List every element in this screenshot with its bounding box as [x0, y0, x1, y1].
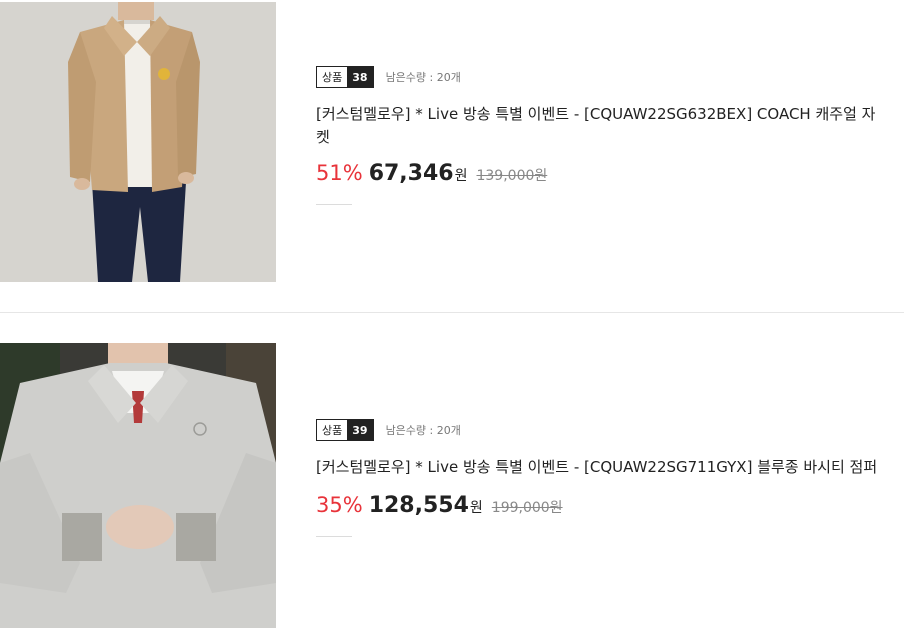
badge-label: 상품 — [317, 67, 348, 87]
discount-rate: 35% — [316, 493, 363, 517]
badge-number: 39 — [347, 420, 373, 440]
beige-jacket-image — [0, 2, 276, 282]
discount-rate: 51% — [316, 161, 363, 185]
currency-unit: 원 — [469, 500, 483, 516]
price-row: 51% 67,346 원 139,000원 — [316, 161, 886, 186]
badge-number: 38 — [347, 67, 373, 87]
price-row: 35% 128,554 원 199,000원 — [316, 493, 886, 518]
grey-jumper-image — [0, 343, 276, 628]
badge-label: 상품 — [317, 420, 348, 440]
sale-price: 128,554 — [368, 493, 469, 518]
product-number-badge: 상품 38 — [316, 66, 374, 88]
product-info: 상품 38 남은수량 : 20개 [커스텀멜로우] * Live 방송 특별 이… — [316, 65, 886, 205]
separator-line — [316, 204, 352, 205]
product-title[interactable]: [커스텀멜로우] * Live 방송 특별 이벤트 - [CQUAW22SG71… — [316, 456, 878, 479]
product-card[interactable]: 상품 38 남은수량 : 20개 [커스텀멜로우] * Live 방송 특별 이… — [0, 0, 904, 312]
product-card[interactable]: 상품 39 남은수량 : 20개 [커스텀멜로우] * Live 방송 특별 이… — [0, 312, 904, 628]
separator-line — [316, 536, 352, 537]
stock-remaining: 남은수량 : 20개 — [385, 71, 461, 84]
stock-remaining: 남은수량 : 20개 — [385, 424, 461, 437]
product-image[interactable] — [0, 343, 276, 628]
product-list: 상품 38 남은수량 : 20개 [커스텀멜로우] * Live 방송 특별 이… — [0, 0, 904, 628]
product-number-badge: 상품 39 — [316, 419, 374, 441]
original-price: 139,000원 — [476, 168, 548, 184]
product-image[interactable] — [0, 2, 276, 282]
sale-price: 67,346 — [368, 161, 454, 186]
original-price: 199,000원 — [491, 500, 563, 516]
product-info: 상품 39 남은수량 : 20개 [커스텀멜로우] * Live 방송 특별 이… — [316, 418, 886, 537]
product-title[interactable]: [커스텀멜로우] * Live 방송 특별 이벤트 - [CQUAW22SG63… — [316, 103, 878, 149]
currency-unit: 원 — [454, 168, 468, 184]
product-meta: 상품 39 남은수량 : 20개 — [316, 418, 886, 442]
product-meta: 상품 38 남은수량 : 20개 — [316, 65, 886, 89]
